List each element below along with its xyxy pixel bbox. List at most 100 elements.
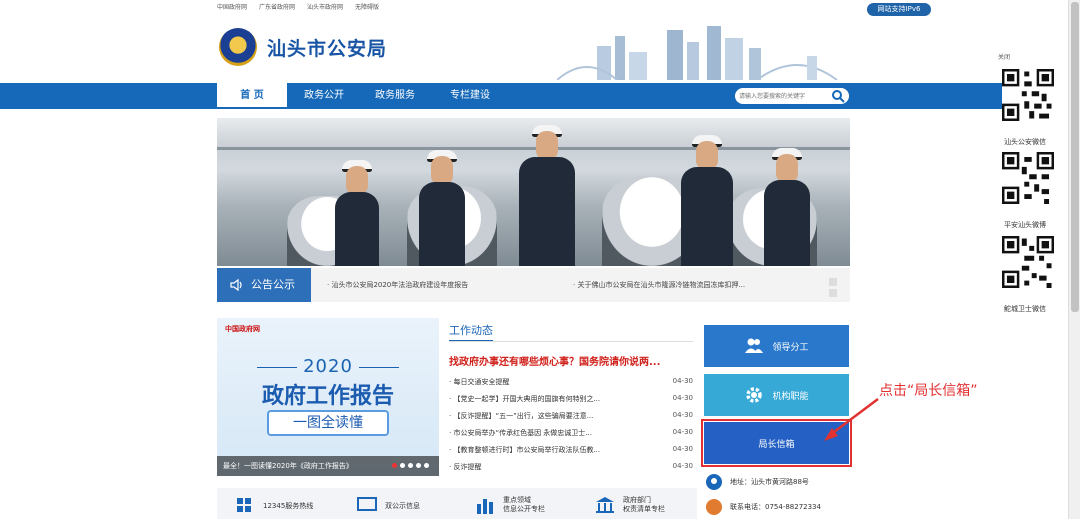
news-list: · 每日交通安全提醒 04-30 · 【党史一起学】开国大典用的国旗有何特别之..…	[449, 377, 693, 479]
list-item[interactable]: · 【党史一起学】开国大典用的国旗有何特别之... 04-30	[449, 394, 693, 411]
news-date: 04-30	[672, 377, 693, 385]
carousel-dot[interactable]	[400, 463, 405, 468]
report-carousel[interactable]: 中国政府网 2020 政府工作报告 一图全读懂 最全！一图读懂2020年《政府工…	[217, 318, 439, 476]
carousel-dot[interactable]	[408, 463, 413, 468]
government-building-icon	[596, 497, 614, 513]
qr-label: 汕头公安微信	[1004, 138, 1046, 146]
dept-list-label: 政府部门 权责清单专栏	[623, 496, 665, 513]
link-gd-gov[interactable]: 广东省政府网	[259, 2, 295, 14]
double-publicity-link[interactable]: 双公示信息	[357, 496, 420, 514]
officer-figure	[507, 125, 587, 266]
carousel-dot[interactable]	[392, 463, 397, 468]
phone-icon	[706, 499, 722, 515]
news-title: · 【党史一起学】开国大典用的国旗有何特别之...	[449, 395, 601, 403]
annotation-text: 点击“局长信箱”	[879, 383, 978, 399]
notice-item[interactable]: · 关于佛山市公安局在汕头市隆源冷链物流园冻库扣押...	[573, 280, 745, 290]
hero-banner-image[interactable]	[217, 118, 850, 266]
location-pin-icon	[706, 474, 722, 490]
report-title: 政府工作报告	[261, 383, 394, 409]
report-subtitle: 一图全读懂	[267, 410, 389, 436]
notice-item[interactable]: · 汕头市公安局2020年法治政府建设年度报告	[327, 280, 468, 290]
qr-code-icon	[1002, 152, 1054, 204]
site-title: 汕头市公安局	[267, 38, 388, 60]
news-date: 04-30	[672, 445, 693, 453]
qr-code-icon	[1002, 69, 1054, 121]
carousel-dots	[392, 463, 429, 468]
scrollbar-thumb[interactable]	[1071, 2, 1079, 312]
bar-chart-icon	[477, 499, 493, 514]
link-accessibility[interactable]: 无障碍版	[355, 2, 379, 14]
page-scrollbar[interactable]	[1068, 0, 1080, 519]
news-title: · 市公安局举办“传承红色基因 永做忠诚卫士...	[449, 429, 592, 437]
report-year: 2020	[217, 356, 439, 377]
carousel-dot[interactable]	[424, 463, 429, 468]
news-date: 04-30	[672, 394, 693, 402]
notice-bar: 公告公示 · 汕头市公安局2020年法治政府建设年度报告 · 关于佛山市公安局在…	[217, 268, 850, 302]
officer-figure	[672, 135, 742, 266]
nav-special-columns[interactable]: 专栏建设	[436, 83, 504, 109]
phone-row: 联系电话：0754-88272334	[706, 499, 821, 515]
site-header: 汕头市公安局	[217, 18, 850, 80]
list-item[interactable]: · 【反诈提醒】“五一”出行，这些骗局要注意... 04-30	[449, 411, 693, 428]
news-date: 04-30	[672, 411, 693, 419]
officer-figure	[757, 148, 817, 266]
gov-cn-logo: 中国政府网	[225, 325, 260, 333]
double-publicity-label: 双公示信息	[385, 502, 420, 510]
link-gov-cn[interactable]: 中国政府网	[217, 2, 247, 14]
notice-scroll-arrows[interactable]	[829, 278, 837, 298]
dept-list-link[interactable]: 政府部门 权责清单专栏	[595, 496, 665, 514]
address-text: 地址：汕头市黄河路88号	[730, 478, 809, 486]
search-icon[interactable]	[831, 89, 845, 103]
nav-gov-affairs-open[interactable]: 政务公开	[290, 83, 358, 109]
floating-qr-panel: 关闭	[998, 52, 1060, 61]
news-title: · 【教育整顿进行时】市公安局举行政法队伍教...	[449, 446, 601, 454]
hotline-link[interactable]: 12345服务热线	[235, 496, 313, 514]
divider	[449, 341, 693, 342]
qr-label: 鮀城卫士微信	[1004, 305, 1046, 313]
qr-label: 平安汕头微博	[1004, 221, 1046, 229]
news-title: · 每日交通安全提醒	[449, 378, 510, 386]
police-emblem-icon	[219, 28, 257, 66]
list-item[interactable]: · 每日交通安全提醒 04-30	[449, 377, 693, 394]
leadership-button[interactable]: 领导分工	[704, 325, 849, 367]
officer-figure	[327, 160, 387, 266]
grid-icon	[237, 498, 251, 512]
nav-gov-services[interactable]: 政务服务	[361, 83, 429, 109]
address-row: 地址：汕头市黄河路88号	[706, 474, 809, 490]
key-areas-link[interactable]: 重点领域 信息公开专栏	[475, 496, 545, 514]
ipv6-badge: 网站支持IPv6	[867, 3, 931, 16]
annotation-arrow-icon	[824, 398, 879, 441]
phone-text: 联系电话：0754-88272334	[730, 503, 821, 511]
nav-home[interactable]: 首 页	[217, 83, 287, 109]
carousel-dot[interactable]	[416, 463, 421, 468]
officer-figure	[412, 150, 472, 266]
news-heading[interactable]: 工作动态	[449, 322, 493, 342]
qr-code-icon	[1002, 236, 1054, 288]
search-input[interactable]	[739, 90, 825, 102]
people-icon	[745, 338, 764, 353]
news-headline[interactable]: 找政府办事还有哪些烦心事？国务院请你说两...	[449, 353, 693, 368]
speaker-icon	[230, 278, 242, 292]
leadership-label: 领导分工	[772, 342, 809, 353]
key-areas-label: 重点领域 信息公开专栏	[503, 496, 545, 513]
monitor-icon	[357, 497, 377, 511]
close-button[interactable]: 关闭	[998, 52, 1060, 61]
gear-icon	[746, 387, 763, 403]
search-box	[735, 88, 849, 104]
news-title: · 反诈提醒	[449, 463, 482, 471]
director-mailbox-label: 局长信箱	[758, 439, 795, 450]
notice-tag[interactable]: 公告公示	[217, 268, 311, 302]
org-functions-label: 机构职能	[772, 391, 809, 402]
top-utility-links: 中国政府网 广东省政府网 汕头市政府网 无障碍版	[217, 2, 379, 14]
city-skyline-image	[557, 26, 838, 80]
link-st-gov[interactable]: 汕头市政府网	[307, 2, 343, 14]
main-nav: 首 页 政务公开 政务服务 专栏建设	[0, 83, 1040, 109]
news-date: 04-30	[672, 462, 693, 470]
list-item[interactable]: · 【教育整顿进行时】市公安局举行政法队伍教... 04-30	[449, 445, 693, 462]
news-title: · 【反诈提醒】“五一”出行，这些骗局要注意...	[449, 412, 594, 420]
list-item[interactable]: · 市公安局举办“传承红色基因 永做忠诚卫士... 04-30	[449, 428, 693, 445]
notice-tag-label: 公告公示	[251, 278, 295, 291]
news-date: 04-30	[672, 428, 693, 436]
hotline-label: 12345服务热线	[263, 502, 314, 510]
list-item[interactable]: · 反诈提醒 04-30	[449, 462, 693, 479]
